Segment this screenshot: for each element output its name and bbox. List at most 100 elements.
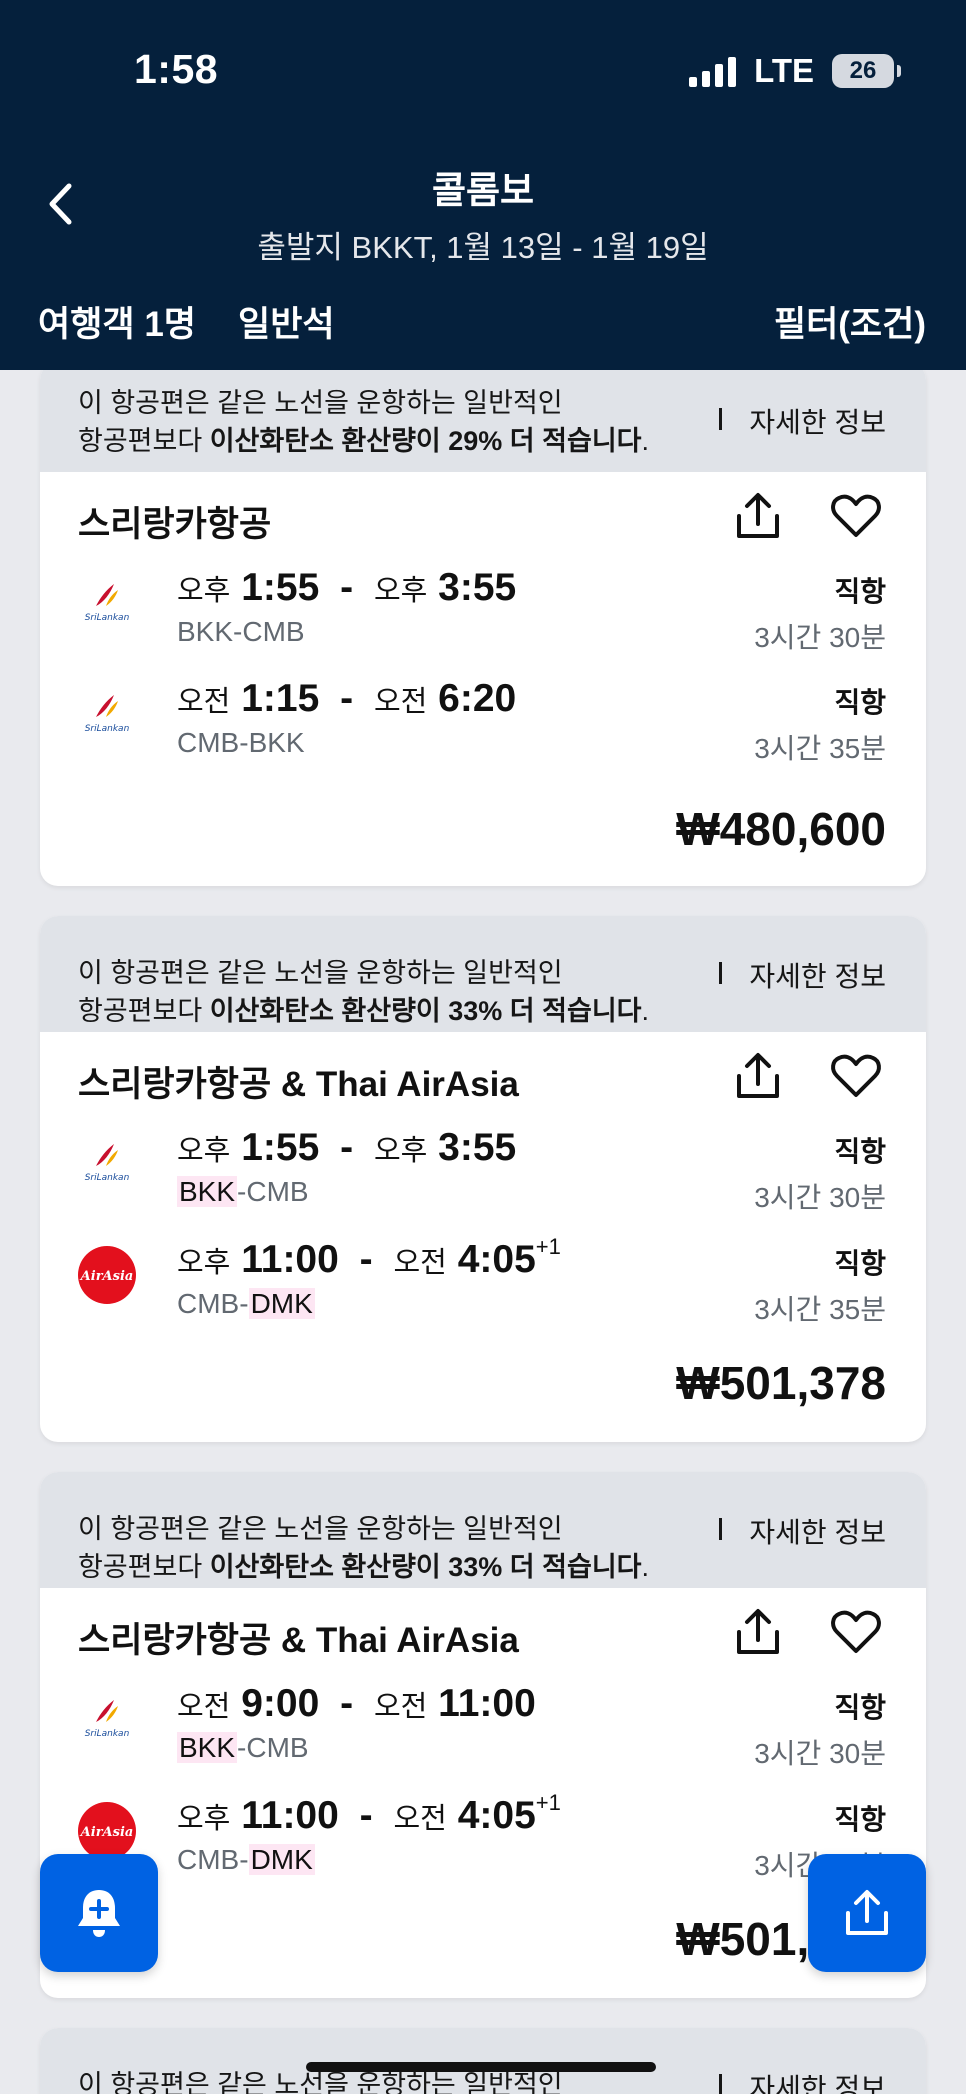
app-header: 1:58 LTE 26 콜롬보 출발지 BKKT, 1월 13일 - 1월 19…: [0, 0, 966, 370]
price-label: ₩501,378: [676, 1357, 886, 1409]
day-offset: +1: [535, 1790, 561, 1815]
airasia-logo-icon: AirAsia: [78, 1246, 136, 1304]
flight-card[interactable]: 이 항공편은 같은 노선을 운항하는 일반적인 항공편보다 이산화탄소 환산량이…: [40, 916, 926, 1442]
airasia-logo-icon: AirAsia: [78, 1802, 136, 1860]
share-icon: [737, 493, 779, 538]
filter-button[interactable]: 필터(조건): [774, 296, 926, 347]
details-link[interactable]: 자세한 정보: [749, 404, 886, 442]
srilankan-logo-icon: SriLankan: [78, 685, 136, 743]
home-indicator[interactable]: [306, 2062, 656, 2072]
stops-label: 직항: [834, 687, 886, 718]
duration-label: 3시간 35분: [754, 733, 886, 764]
divider: [719, 962, 722, 984]
favorite-button[interactable]: [828, 488, 884, 544]
co2-savings: 이산화탄소 환산량이 29% 더 적습니다: [209, 426, 642, 456]
divider: [719, 408, 722, 430]
srilankan-logo-icon: SriLankan: [78, 574, 136, 632]
flight-leg: SriLankan 오전 1:15 - 오전 6:20 CMB-BKK 직항 3…: [40, 677, 926, 767]
svg-text:SriLankan: SriLankan: [85, 1173, 130, 1183]
svg-text:SriLankan: SriLankan: [85, 613, 130, 623]
route-codes: CMB-DMK: [177, 1288, 315, 1319]
share-button[interactable]: [730, 1048, 786, 1104]
route-codes: BKK-CMB: [177, 1732, 309, 1763]
share-results-button[interactable]: [808, 1854, 926, 1972]
svg-text:AirAsia: AirAsia: [79, 1825, 134, 1840]
flight-times: 오후 1:55 - 오후 3:55: [177, 1126, 517, 1169]
travelers-button[interactable]: 여행객 1명: [38, 296, 196, 347]
flight-leg: SriLankan 오후 1:55 - 오후 3:55 BKK-CMB 직항 3…: [40, 566, 926, 656]
co2-info-banner: 이 항공편은 같은 노선을 운항하는 일반적인 자세한 정보: [40, 2028, 926, 2094]
details-link[interactable]: 자세한 정보: [749, 2070, 886, 2094]
co2-info-line2: 항공편보다 이산화탄소 환산량이 33% 더 적습니다.: [78, 1552, 650, 1582]
stops-label: 직항: [834, 1248, 886, 1279]
route-codes: CMB-DMK: [177, 1844, 315, 1875]
route-codes: BKK-CMB: [177, 1176, 309, 1207]
favorite-button[interactable]: [828, 1604, 884, 1660]
details-link[interactable]: 자세한 정보: [749, 1514, 886, 1552]
svg-text:AirAsia: AirAsia: [79, 1269, 134, 1284]
share-icon: [737, 1053, 779, 1098]
srilankan-logo-icon: SriLankan: [78, 1134, 136, 1192]
co2-savings: 이산화탄소 환산량이 33% 더 적습니다: [209, 996, 642, 1026]
share-button[interactable]: [730, 488, 786, 544]
duration-label: 3시간 30분: [754, 1738, 886, 1769]
price-alert-button[interactable]: [40, 1854, 158, 1972]
divider: [719, 1518, 722, 1540]
share-button[interactable]: [730, 1604, 786, 1660]
duration-label: 3시간 35분: [754, 1294, 886, 1325]
share-icon: [737, 1609, 779, 1654]
origin-code-highlighted: BKK: [177, 1176, 238, 1207]
airline-name: 스리랑카항공: [78, 505, 272, 544]
stops-label: 직항: [834, 576, 886, 607]
co2-info-line2: 항공편보다 이산화탄소 환산량이 33% 더 적습니다.: [78, 996, 650, 1026]
co2-info-banner: 이 항공편은 같은 노선을 운항하는 일반적인 항공편보다 이산화탄소 환산량이…: [40, 916, 926, 1032]
battery-level: 26: [849, 57, 877, 84]
flight-card[interactable]: 이 항공편은 같은 노선을 운항하는 일반적인 항공편보다 이산화탄소 환산량이…: [40, 1472, 926, 1998]
srilankan-logo-icon: SriLankan: [78, 1690, 136, 1748]
route-codes: CMB-BKK: [177, 727, 305, 758]
svg-text:SriLankan: SriLankan: [85, 724, 130, 734]
bell-plus-icon: [78, 1890, 120, 1937]
search-summary[interactable]: 출발지 BKKT, 1월 13일 - 1월 19일: [0, 222, 966, 267]
price-label: ₩480,600: [676, 803, 886, 855]
stops-label: 직항: [834, 1692, 886, 1723]
divider: [719, 2074, 722, 2094]
day-offset: +1: [535, 1234, 561, 1259]
status-indicators: LTE 26: [689, 52, 901, 90]
flight-times: 오전 9:00 - 오전 11:00: [177, 1682, 536, 1725]
duration-label: 3시간 30분: [754, 1182, 886, 1213]
co2-info-banner: 이 항공편은 같은 노선을 운항하는 일반적인 항공편보다 이산화탄소 환산량이…: [40, 1472, 926, 1588]
route-codes: BKK-CMB: [177, 616, 305, 647]
flight-leg: SriLankan 오후 1:55 - 오후 3:55 BKK-CMB 직항 3…: [40, 1126, 926, 1216]
heart-icon: [831, 494, 881, 537]
flight-leg: AirAsia 오후 11:00 - 오전 4:05+1 CMB-DMK 직항 …: [40, 1234, 926, 1328]
cabin-class-button[interactable]: 일반석: [238, 296, 335, 347]
stops-label: 직항: [834, 1804, 886, 1835]
stops-label: 직항: [834, 1136, 886, 1167]
airline-name: 스리랑카항공 & Thai AirAsia: [78, 1621, 519, 1660]
dest-code-highlighted: DMK: [248, 1288, 315, 1319]
svg-text:SriLankan: SriLankan: [85, 1729, 130, 1739]
flight-leg: SriLankan 오전 9:00 - 오전 11:00 BKK-CMB 직항 …: [40, 1682, 926, 1772]
status-time: 1:58: [134, 46, 219, 92]
flight-leg: AirAsia 오후 11:00 - 오전 4:05+1 CMB-DMK 직항 …: [40, 1790, 926, 1884]
flight-times: 오후 11:00 - 오전 4:05+1: [177, 1790, 561, 1837]
dest-code-highlighted: DMK: [248, 1844, 315, 1875]
flight-card[interactable]: 이 항공편은 같은 노선을 운항하는 일반적인 항공편보다 이산화탄소 환산량이…: [40, 362, 926, 886]
flight-card[interactable]: 이 항공편은 같은 노선을 운항하는 일반적인 자세한 정보: [40, 2028, 926, 2094]
details-link[interactable]: 자세한 정보: [749, 958, 886, 996]
heart-icon: [831, 1610, 881, 1653]
co2-info-banner: 이 항공편은 같은 노선을 운항하는 일반적인 항공편보다 이산화탄소 환산량이…: [40, 362, 926, 472]
flight-times: 오전 1:15 - 오전 6:20: [177, 677, 517, 720]
airline-name: 스리랑카항공 & Thai AirAsia: [78, 1065, 519, 1104]
signal-icon: [689, 55, 737, 87]
heart-icon: [831, 1054, 881, 1097]
page-title: 콜롬보: [431, 170, 535, 211]
flight-times: 오후 11:00 - 오전 4:05+1: [177, 1234, 561, 1281]
co2-savings: 이산화탄소 환산량이 33% 더 적습니다: [209, 1552, 642, 1582]
network-label: LTE: [754, 52, 814, 89]
duration-label: 3시간 30분: [754, 622, 886, 653]
flight-times: 오후 1:55 - 오후 3:55: [177, 566, 517, 609]
share-icon: [846, 1890, 888, 1935]
favorite-button[interactable]: [828, 1048, 884, 1104]
